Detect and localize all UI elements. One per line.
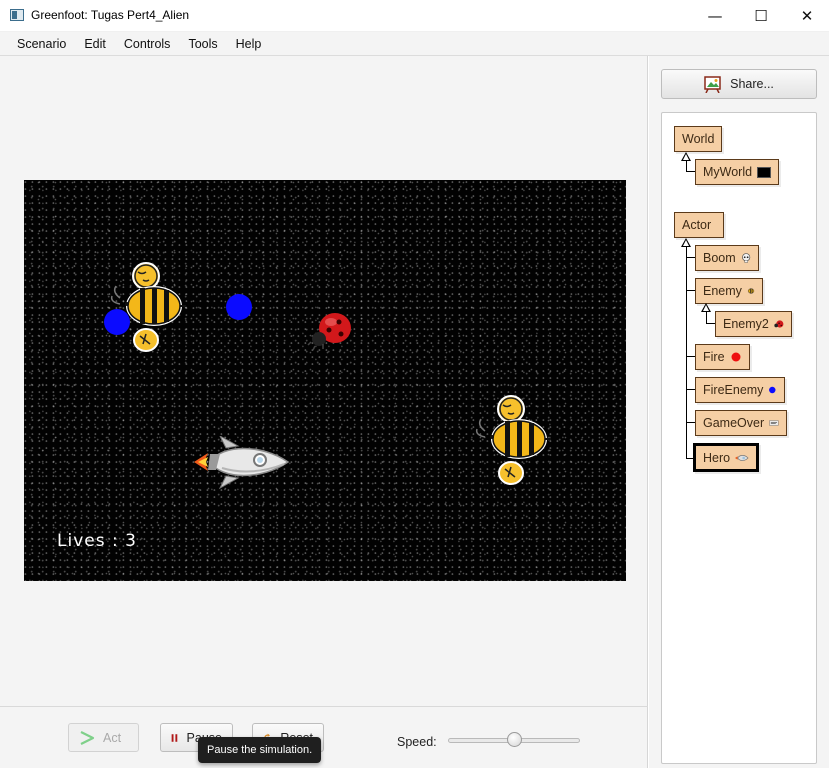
menu-tools[interactable]: Tools (179, 37, 226, 51)
pause-tooltip: Pause the simulation. (198, 737, 322, 763)
rocket-icon (735, 454, 749, 461)
menu-help[interactable]: Help (227, 37, 271, 51)
tree-connector (686, 257, 695, 258)
tree-connector (686, 422, 695, 423)
class-boom[interactable]: Boom (695, 245, 759, 271)
act-button[interactable]: Act (68, 723, 139, 752)
class-actor[interactable]: Actor (674, 212, 724, 238)
menu-edit[interactable]: Edit (75, 37, 115, 51)
class-fireenemy[interactable]: FireEnemy (695, 377, 785, 403)
share-label: Share... (730, 77, 774, 91)
menu-controls[interactable]: Controls (115, 37, 180, 51)
controls-divider (0, 706, 648, 707)
tree-connector (706, 323, 715, 324)
tree-connector (686, 389, 695, 390)
class-world-label: World (682, 132, 715, 146)
bee-icon (747, 288, 755, 294)
minimize-button[interactable]: — (692, 0, 738, 31)
window-title: Greenfoot: Tugas Pert4_Alien (31, 8, 190, 22)
class-world[interactable]: World (674, 126, 722, 152)
class-gameover[interactable]: GameOver (695, 410, 787, 436)
inheritance-arrow (681, 152, 691, 161)
lives-counter: Lives : 3 (57, 531, 137, 551)
hero-rocket[interactable] (192, 436, 292, 490)
class-actor-label: Actor (682, 218, 712, 232)
class-enemy-label: Enemy (703, 284, 742, 298)
inheritance-arrow (701, 303, 711, 312)
tree-connector (686, 356, 695, 357)
blue-dot-icon (769, 386, 776, 394)
class-fireenemy-label: FireEnemy (703, 383, 764, 397)
share-easel-icon (704, 75, 721, 93)
class-gameover-label: GameOver (703, 416, 765, 430)
class-fire[interactable]: Fire (695, 344, 750, 370)
tree-connector (706, 312, 707, 323)
menu-scenario[interactable]: Scenario (8, 37, 75, 51)
pause-icon (171, 733, 178, 742)
main-area: Lives : 3 Act Pause Reset Speed: Pause t… (0, 56, 648, 768)
share-button[interactable]: Share... (661, 69, 817, 99)
skull-icon (741, 253, 750, 263)
class-diagram: World MyWorld Actor Boom Enemy Enemy2 Fi… (661, 112, 817, 764)
red-dot-icon (731, 352, 741, 362)
maximize-button[interactable]: ☐ (738, 0, 784, 31)
menu-bar: Scenario Edit Controls Tools Help (0, 32, 829, 56)
class-myworld[interactable]: MyWorld (695, 159, 779, 185)
act-label: Act (103, 730, 122, 745)
fire-enemy-ball[interactable] (225, 293, 253, 321)
class-sidebar: Share... World MyWorld Actor Boom Enemy … (649, 56, 829, 768)
ladybug-icon (774, 320, 784, 328)
greenfoot-app-icon (10, 9, 24, 21)
title-bar: Greenfoot: Tugas Pert4_Alien — ☐ ✕ (0, 0, 829, 32)
inheritance-arrow (681, 238, 691, 247)
tree-connector (686, 247, 687, 459)
tree-connector (686, 171, 695, 172)
class-enemy2-label: Enemy2 (723, 317, 769, 331)
class-myworld-label: MyWorld (703, 165, 753, 179)
enemy-bee[interactable] (110, 260, 188, 352)
tree-connector (686, 161, 687, 171)
class-boom-label: Boom (703, 251, 736, 265)
act-arrow-icon (80, 730, 95, 745)
enemy-bee[interactable] (475, 393, 553, 485)
enemy2-ladybug[interactable] (307, 308, 355, 352)
black-world-thumbnail-icon (757, 166, 771, 178)
class-enemy2[interactable]: Enemy2 (715, 311, 792, 337)
speed-slider-thumb[interactable] (506, 732, 522, 747)
class-hero-label: Hero (703, 450, 731, 465)
world-canvas[interactable]: Lives : 3 (24, 180, 626, 581)
close-button[interactable]: ✕ (784, 0, 829, 31)
gameover-thumbnail-icon (769, 420, 779, 426)
class-enemy[interactable]: Enemy (695, 278, 763, 304)
speed-label: Speed: (397, 735, 437, 749)
class-hero[interactable]: Hero (693, 443, 759, 472)
class-fire-label: Fire (703, 350, 725, 364)
tree-connector (686, 290, 695, 291)
